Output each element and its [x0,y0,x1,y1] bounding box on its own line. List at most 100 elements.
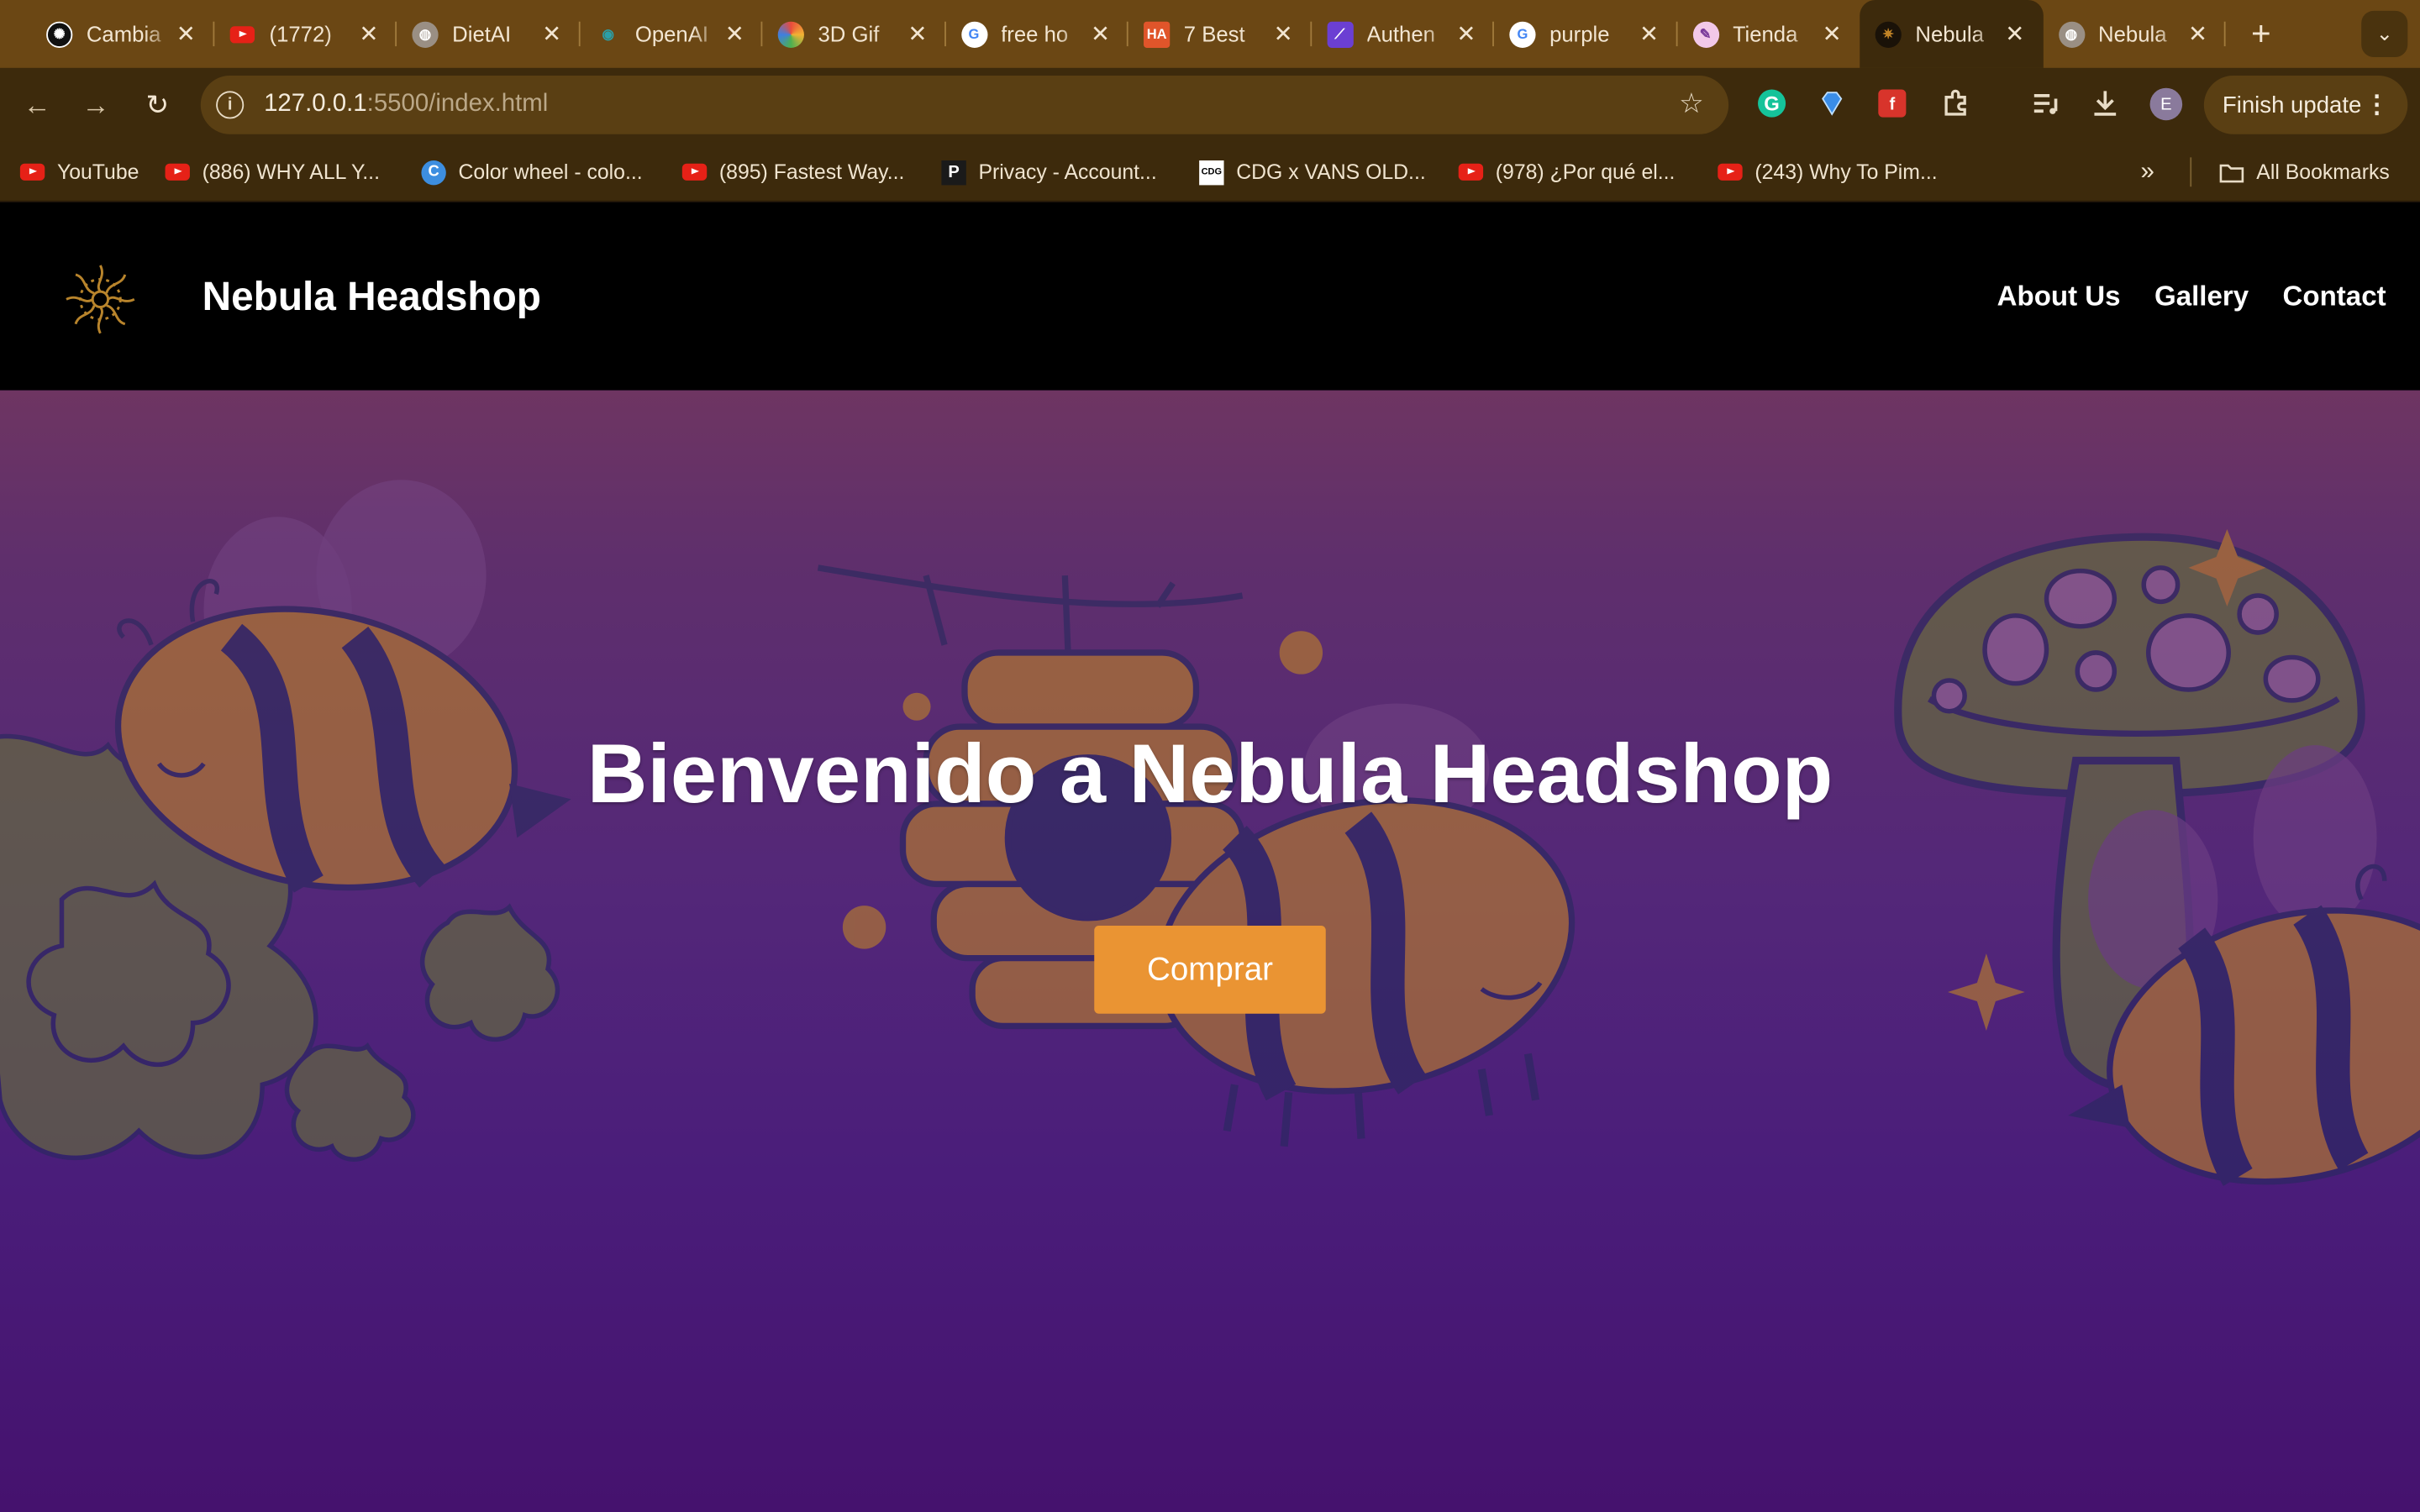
close-tab-icon[interactable]: ✕ [174,20,198,48]
bookmark-item[interactable]: P Privacy - Account... [941,142,1157,202]
arrow-right-icon: → [82,88,110,120]
site-navbar: Nebula Headshop About Us Gallery Contact [0,202,2420,391]
browser-tab[interactable]: ⟋ Authen ✕ [1311,0,1494,68]
tab-title: Authen [1366,21,1435,47]
hero-section: Bienvenido a Nebula Headshop Comprar [0,390,2420,1512]
browser-tab[interactable]: 3D Gif ✕ [762,0,946,68]
back-button[interactable]: ← [15,83,58,126]
url-text: 127.0.0.1:5500/index.html [264,91,549,118]
openai-eye-icon: ◉ [602,25,614,41]
close-tab-icon[interactable]: ✕ [723,20,747,48]
main-nav: About Us Gallery Contact [1963,281,2386,313]
tab-title: 3D Gif [818,21,880,47]
close-tab-icon[interactable]: ✕ [356,20,381,48]
nebula-icon: ✷ [1875,20,1902,48]
bookmark-item[interactable]: (243) Why To Pim... [1718,142,1938,202]
youtube-icon [681,160,708,184]
browser-tab[interactable]: (1772) ✕ [213,0,397,68]
close-tab-icon[interactable]: ✕ [1820,20,1844,48]
gem-extension-icon[interactable] [1815,87,1849,120]
browser-window: ✺ Cambia ✕ (1772) ✕ ◍ DietAI ✕ ◉ OpenAI ✕ 3D Gi… [0,0,2420,1512]
svg-text:G: G [1764,92,1780,115]
close-tab-icon[interactable]: ✕ [1637,20,1661,48]
tab-title: 7 Best [1183,21,1245,47]
browser-tab[interactable]: ◉ OpenAI ✕ [580,0,763,68]
all-bookmarks-button[interactable]: All Bookmarks [2219,142,2390,202]
close-tab-icon[interactable]: ✕ [539,20,564,48]
tab-search-button[interactable]: ⌄ [2361,10,2408,57]
address-bar[interactable]: i 127.0.0.1:5500/index.html ☆ [200,76,1729,134]
kebab-menu-icon[interactable]: ⋮ [2365,90,2389,121]
browser-tab[interactable]: ✺ Cambia ✕ [31,0,214,68]
web-page: Nebula Headshop About Us Gallery Contact [0,202,2420,1512]
youtube-icon [19,160,45,184]
youtube-icon [229,21,255,47]
bookmark-item[interactable]: YouTube [19,142,139,202]
close-tab-icon[interactable]: ✕ [1271,20,1296,48]
browser-chrome: ✺ Cambia ✕ (1772) ✕ ◍ DietAI ✕ ◉ OpenAI ✕ 3D Gi… [0,0,2420,202]
browser-tab[interactable]: HA 7 Best ✕ [1128,0,1312,68]
site-info-icon[interactable]: i [216,91,245,119]
browser-tab[interactable]: ✎ Tienda ✕ [1677,0,1860,68]
media-control-icon[interactable] [2028,87,2061,120]
bookmark-item[interactable]: (886) WHY ALL Y... [165,142,380,202]
tab-title: Nebula [1915,21,1984,47]
close-tab-icon[interactable]: ✕ [2002,20,2027,48]
canva-icon: C [421,160,446,185]
bookmark-item[interactable]: (895) Fastest Way... [681,142,904,202]
pollen-dot [842,906,886,949]
hero-headline: Bienvenido a Nebula Headshop [587,727,1833,822]
arrow-left-icon: ← [23,88,51,120]
bookmark-item[interactable]: C Color wheel - colo... [421,142,643,202]
nebula-logo-icon[interactable] [60,260,141,340]
bookmark-star-icon[interactable]: ☆ [1679,88,1704,121]
browser-tab[interactable]: Gpurple ✕ [1494,0,1677,68]
tab-title: free ho [1001,21,1069,47]
folder-icon [2219,160,2244,184]
bookmark-item[interactable]: (978) ¿Por qué el... [1458,142,1675,202]
shop-now-button[interactable]: Comprar [1094,926,1326,1014]
extensions-puzzle-icon[interactable] [1939,87,1972,120]
close-tab-icon[interactable]: ✕ [1088,20,1113,48]
download-icon[interactable] [2088,87,2122,120]
youtube-icon [1718,160,1743,184]
reload-button[interactable]: ↻ [136,83,179,126]
nav-about-us[interactable]: About Us [1997,281,2121,313]
close-tab-icon[interactable]: ✕ [1454,20,1478,48]
globe-icon: ◍ [412,20,439,48]
browser-tab[interactable]: Gfree ho ✕ [945,0,1128,68]
bookmarks-bar: YouTube (886) WHY ALL Y... C Color wheel … [0,141,2420,202]
flash-extension-icon[interactable]: f [1876,87,1909,120]
tab-strip: ✺ Cambia ✕ (1772) ✕ ◍ DietAI ✕ ◉ OpenAI ✕ 3D Gi… [0,0,2420,68]
gif-icon [777,20,804,48]
profile-avatar[interactable]: E [2149,87,2183,121]
tab-title: OpenAI [634,21,709,47]
finish-update-label: Finish update [2222,92,2362,118]
browser-tab[interactable]: ◍ DietAI ✕ [397,0,580,68]
tab-title: DietAI [452,21,512,47]
p-icon: P [941,160,966,185]
finish-update-button[interactable]: Finish update ⋮ [2203,76,2408,134]
tab-title: Cambia [86,21,161,47]
youtube-icon [165,160,190,184]
nav-gallery[interactable]: Gallery [2154,281,2249,313]
more-bookmarks-chevron-icon[interactable]: » [2141,142,2154,202]
cdg-icon: CDG [1199,160,1224,185]
close-tab-icon[interactable]: ✕ [2186,20,2210,48]
browser-tab[interactable]: ◍ Nebula ✕ [2043,0,2226,68]
nav-contact[interactable]: Contact [2283,281,2386,313]
bookmark-item[interactable]: CDG CDG x VANS OLD... [1199,142,1426,202]
bookmarks-divider [2190,157,2192,187]
tab-title: Nebula [2098,21,2167,47]
new-tab-button[interactable]: + [2238,11,2284,57]
globe-icon: ◍ [2058,20,2085,48]
brand-title[interactable]: Nebula Headshop [203,273,541,321]
browser-tab-active[interactable]: ✷ Nebula ✕ [1860,0,2043,68]
tab-divider [2223,21,2226,47]
svg-text:f: f [1889,95,1895,113]
pencil-icon: ✎ [1691,20,1719,48]
close-tab-icon[interactable]: ✕ [905,20,929,48]
tab-title: (1772) [269,21,332,47]
grammarly-extension-icon[interactable]: G [1754,87,1788,120]
forward-button[interactable]: → [74,83,117,126]
